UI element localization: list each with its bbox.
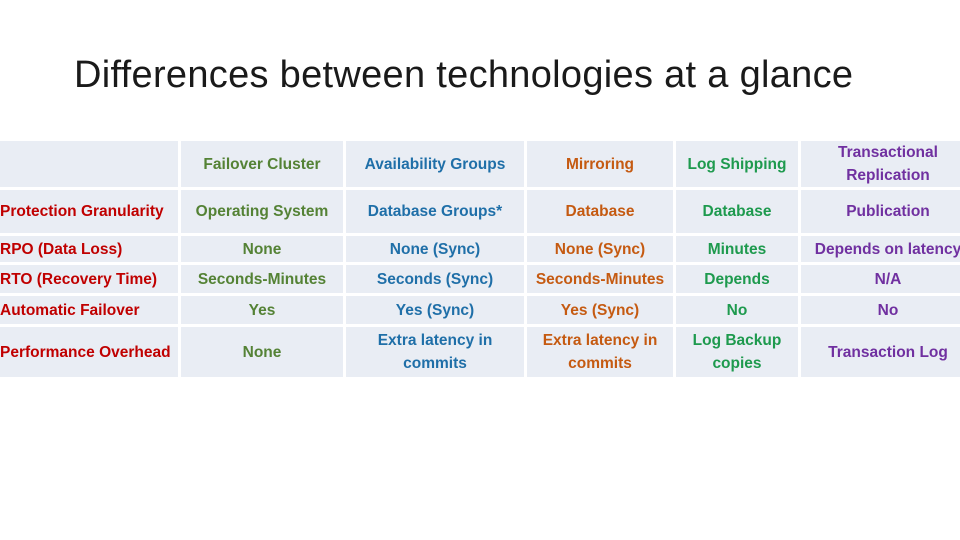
table-cell: Depends on latency bbox=[801, 236, 960, 262]
slide-title: Differences between technologies at a gl… bbox=[74, 54, 854, 96]
table-cell: Publication bbox=[801, 190, 960, 233]
table-cell: None (Sync) bbox=[527, 236, 673, 262]
table-row: Performance Overhead None Extra latency … bbox=[0, 327, 960, 377]
table-cell: None bbox=[181, 236, 343, 262]
corner-cell bbox=[0, 141, 178, 187]
column-header-log-shipping: Log Shipping bbox=[676, 141, 798, 187]
table-cell: Seconds-Minutes bbox=[181, 265, 343, 293]
table-cell: Extra latency in commits bbox=[527, 327, 673, 377]
table-cell: Transaction Log bbox=[801, 327, 960, 377]
table-cell: Yes (Sync) bbox=[346, 296, 524, 324]
table-cell: No bbox=[676, 296, 798, 324]
table-row: RTO (Recovery Time) Seconds-Minutes Seco… bbox=[0, 265, 960, 293]
table-row: RPO (Data Loss) None None (Sync) None (S… bbox=[0, 236, 960, 262]
table-row: Automatic Failover Yes Yes (Sync) Yes (S… bbox=[0, 296, 960, 324]
table-cell: Depends bbox=[676, 265, 798, 293]
row-label-rto: RTO (Recovery Time) bbox=[0, 265, 178, 293]
column-header-mirroring: Mirroring bbox=[527, 141, 673, 187]
column-header-transactional-replication: Transactional Replication bbox=[801, 141, 960, 187]
table-cell: Log Backup copies bbox=[676, 327, 798, 377]
row-label-performance-overhead: Performance Overhead bbox=[0, 327, 178, 377]
table-cell: Database bbox=[676, 190, 798, 233]
table-cell: None bbox=[181, 327, 343, 377]
row-label-rpo: RPO (Data Loss) bbox=[0, 236, 178, 262]
table-cell: Database Groups* bbox=[346, 190, 524, 233]
table-header-row: Failover Cluster Availability Groups Mir… bbox=[0, 141, 960, 187]
column-header-availability-groups: Availability Groups bbox=[346, 141, 524, 187]
table-cell: Seconds (Sync) bbox=[346, 265, 524, 293]
comparison-table: Failover Cluster Availability Groups Mir… bbox=[0, 138, 960, 380]
table-cell: Yes (Sync) bbox=[527, 296, 673, 324]
row-label-protection-granularity: Protection Granularity bbox=[0, 190, 178, 233]
table-cell: None (Sync) bbox=[346, 236, 524, 262]
column-header-failover-cluster: Failover Cluster bbox=[181, 141, 343, 187]
table-cell: No bbox=[801, 296, 960, 324]
row-label-automatic-failover: Automatic Failover bbox=[0, 296, 178, 324]
table-cell: Database bbox=[527, 190, 673, 233]
table-cell: Operating System bbox=[181, 190, 343, 233]
table-cell: Minutes bbox=[676, 236, 798, 262]
table-row: Protection Granularity Operating System … bbox=[0, 190, 960, 233]
table-cell: Yes bbox=[181, 296, 343, 324]
table-cell: Extra latency in commits bbox=[346, 327, 524, 377]
table-cell: Seconds-Minutes bbox=[527, 265, 673, 293]
table-cell: N/A bbox=[801, 265, 960, 293]
